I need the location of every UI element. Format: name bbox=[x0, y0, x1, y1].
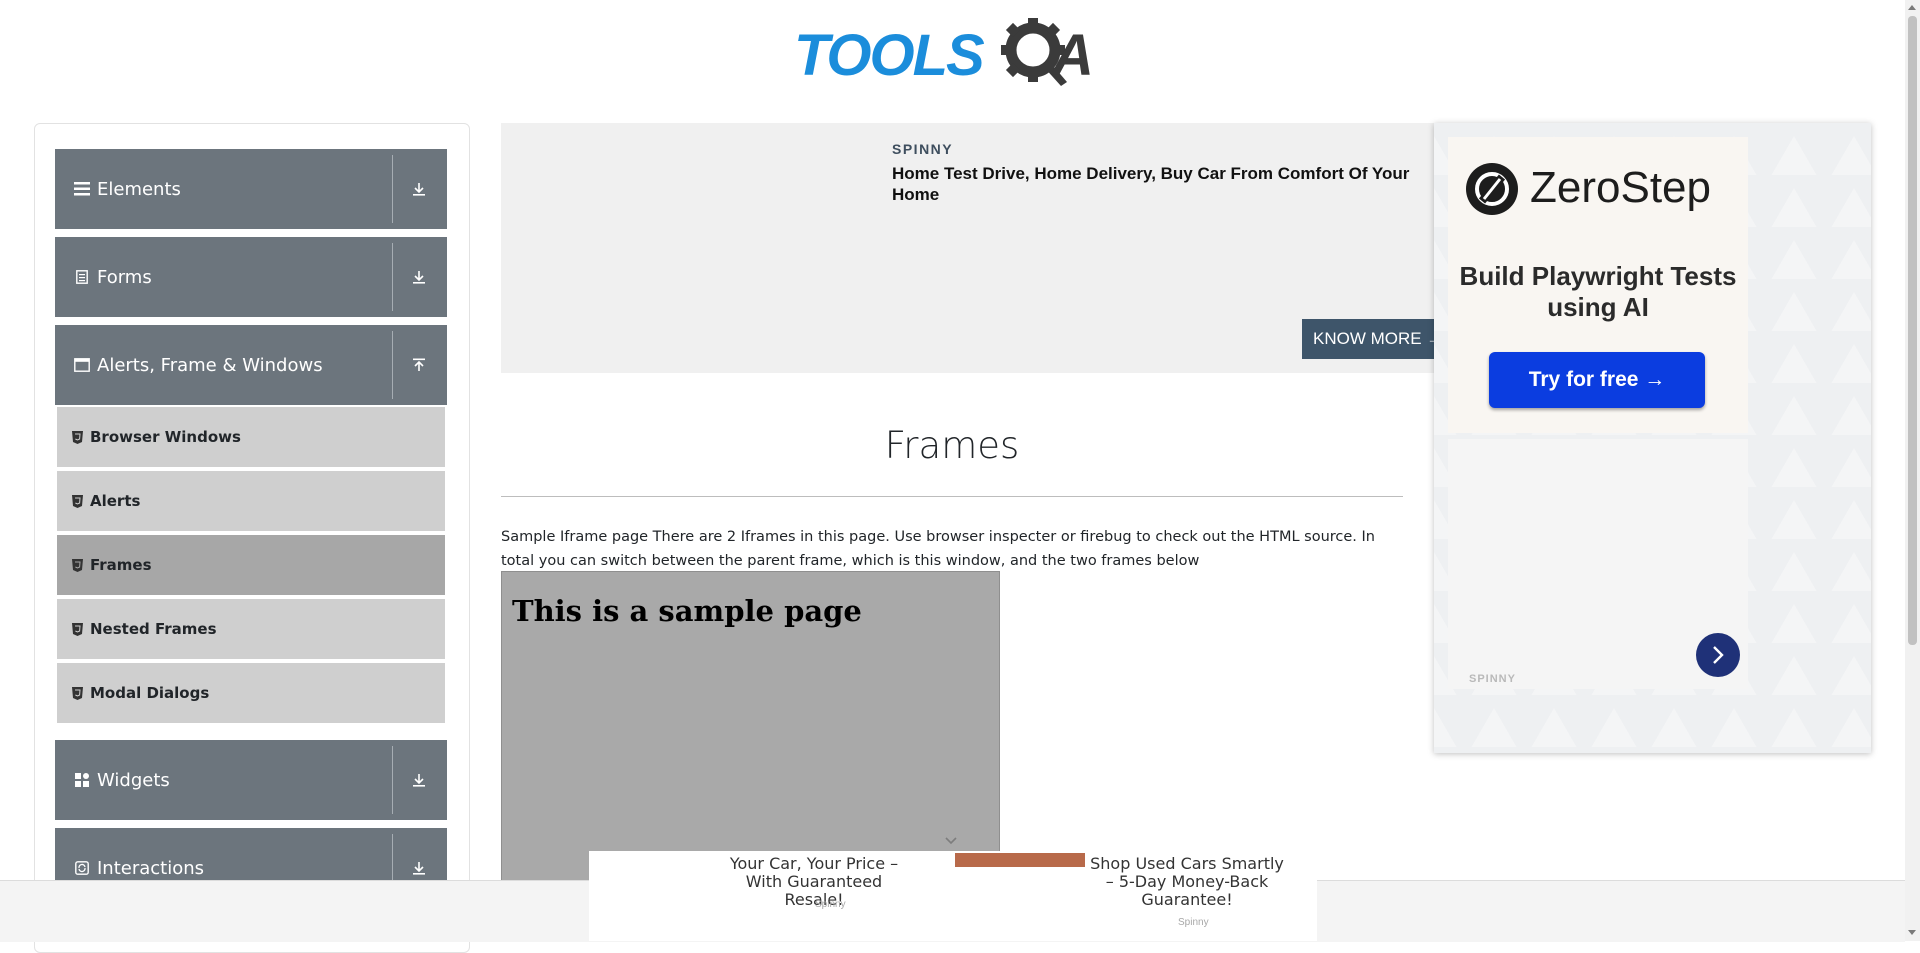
scrollbar-thumb[interactable] bbox=[1908, 16, 1917, 645]
download-icon bbox=[411, 182, 427, 196]
bottom-ad-thumbnail[interactable] bbox=[955, 853, 1085, 867]
ad-tagline: Build Playwright Tests using AI bbox=[1459, 261, 1737, 322]
ad-brand-name: ZeroStep bbox=[1530, 163, 1711, 212]
sidebar-group-alerts-frame-windows[interactable]: Alerts, Frame & Windows bbox=[55, 325, 447, 405]
sidebar-item-frames[interactable]: Frames bbox=[57, 535, 445, 595]
frame-heading: This is a sample page bbox=[512, 594, 862, 628]
sidebar-group-widgets[interactable]: Widgets bbox=[55, 740, 447, 820]
sidebar-item-label: Browser Windows bbox=[90, 428, 241, 446]
bottom-ad-right-source: Spinny bbox=[1178, 917, 1209, 928]
ad-headline[interactable]: Home Test Drive, Home Delivery, Buy Car … bbox=[892, 163, 1436, 205]
sidebar-item-modal-dialogs[interactable]: Modal Dialogs bbox=[57, 663, 445, 723]
logo-text-qa: A bbox=[1052, 23, 1094, 88]
sidebar-item-browser-windows[interactable]: Browser Windows bbox=[57, 407, 445, 467]
ad-brand: SPINNY bbox=[892, 141, 954, 157]
chevron-right-icon bbox=[1713, 646, 1724, 664]
sidebar-item-label: Alerts bbox=[90, 492, 141, 510]
chevron-down-icon bbox=[945, 837, 957, 845]
next-arrow-button[interactable] bbox=[1696, 633, 1740, 677]
zerostep-logo-icon bbox=[1466, 163, 1518, 215]
ad-source: SPINNY bbox=[1469, 673, 1516, 685]
page-scrollbar[interactable] bbox=[1905, 0, 1920, 941]
sidebar-item-alerts[interactable]: Alerts bbox=[57, 471, 445, 531]
group-label: Widgets bbox=[97, 769, 170, 791]
download-icon bbox=[411, 270, 427, 284]
divider bbox=[392, 331, 393, 399]
upload-icon bbox=[411, 358, 427, 372]
divider bbox=[392, 243, 393, 311]
grid-icon bbox=[73, 771, 91, 789]
document-icon bbox=[73, 268, 91, 286]
group-label: Interactions bbox=[97, 857, 205, 879]
divider bbox=[392, 746, 393, 814]
bottom-ad-banner[interactable]: Your Car, Your Price – With Guaranteed R… bbox=[589, 851, 1317, 941]
sidebar-group-elements[interactable]: Elements bbox=[55, 149, 447, 229]
scroll-up-icon[interactable] bbox=[1908, 5, 1916, 10]
group-label: Elements bbox=[97, 178, 181, 200]
menu-icon bbox=[73, 180, 91, 198]
refresh-icon bbox=[73, 859, 91, 877]
html5-icon bbox=[71, 430, 83, 444]
sidebar-item-label: Frames bbox=[90, 556, 152, 574]
page-description: Sample Iframe page There are 2 Iframes i… bbox=[501, 529, 1375, 569]
know-more-button[interactable]: KNOW MORE → bbox=[1302, 319, 1436, 359]
group-label: Alerts, Frame & Windows bbox=[97, 354, 323, 376]
group-label: Forms bbox=[97, 266, 152, 288]
download-icon bbox=[411, 861, 427, 875]
try-for-free-button[interactable]: Try for free → bbox=[1489, 352, 1705, 408]
sidebar-item-label: Nested Frames bbox=[90, 620, 217, 638]
download-icon bbox=[411, 773, 427, 787]
bottom-ad-left-source: Spinny bbox=[815, 899, 846, 910]
logo-text-tools: TOOLS bbox=[794, 23, 985, 88]
scroll-down-icon[interactable] bbox=[1908, 930, 1916, 935]
right-ad-banner[interactable]: ZeroStep Build Playwright Tests using AI… bbox=[1434, 123, 1871, 753]
html5-icon bbox=[71, 558, 83, 572]
top-ad-banner[interactable]: SPINNY Home Test Drive, Home Delivery, B… bbox=[501, 123, 1436, 373]
html5-icon bbox=[71, 622, 83, 636]
title-divider bbox=[501, 496, 1403, 497]
divider bbox=[392, 155, 393, 223]
toolsqa-logo[interactable]: TOOLS A bbox=[794, 16, 1116, 90]
bottom-ad-right-text[interactable]: Shop Used Cars Smartly – 5-Day Money-Bac… bbox=[1087, 855, 1287, 909]
bottom-ad-left-text[interactable]: Your Car, Your Price – With Guaranteed R… bbox=[719, 855, 909, 909]
window-icon bbox=[73, 356, 91, 374]
page-title: Frames bbox=[884, 424, 1020, 467]
html5-icon bbox=[71, 494, 83, 508]
html5-icon bbox=[71, 686, 83, 700]
sidebar-item-label: Modal Dialogs bbox=[90, 684, 210, 702]
sidebar-group-forms[interactable]: Forms bbox=[55, 237, 447, 317]
sidebar-item-nested-frames[interactable]: Nested Frames bbox=[57, 599, 445, 659]
